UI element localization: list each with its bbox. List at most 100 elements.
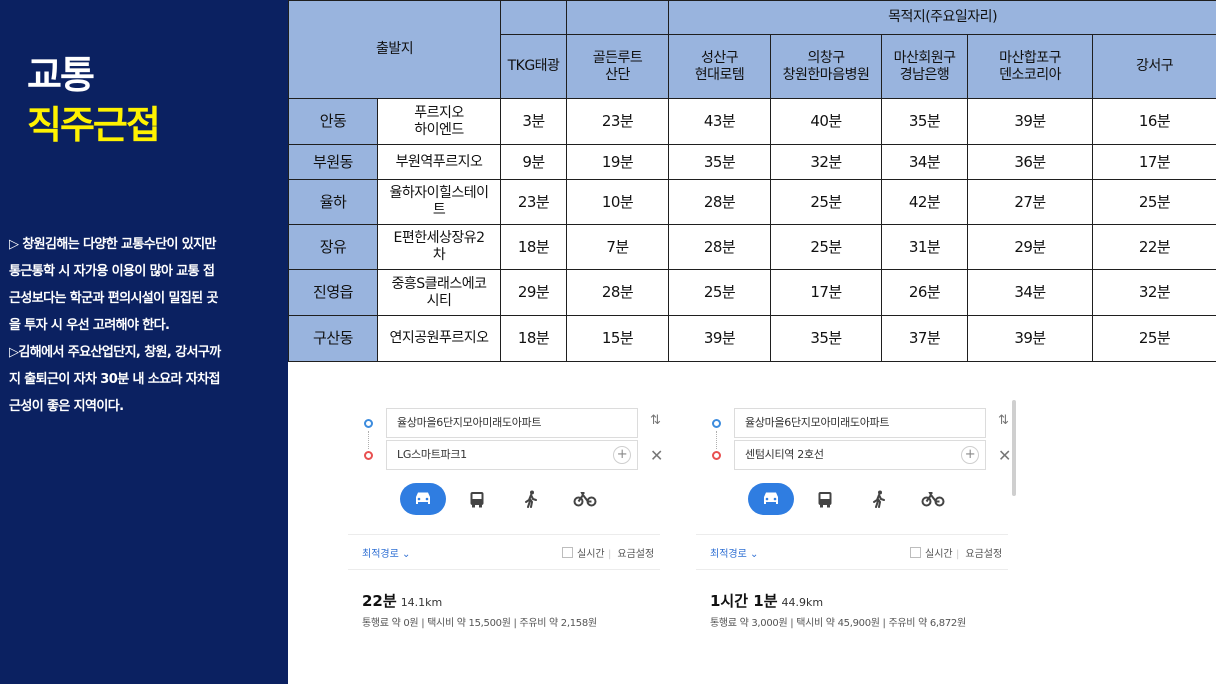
route-fees: 통행료 약 3,000원 | 택시비 약 45,900원 | 주유비 약 6,8… xyxy=(710,618,966,629)
complex-cell: 부원역푸르지오 xyxy=(376,144,502,180)
fare-setting-label: 요금설정 xyxy=(965,549,1003,560)
realtime-label: 실시간 xyxy=(577,549,605,560)
commute-time-cell: 18분 xyxy=(500,315,568,362)
origin-header: 출발지 xyxy=(287,0,502,99)
commute-time-cell: 15분 xyxy=(566,315,670,362)
commute-time-cell: 25분 xyxy=(770,179,883,225)
route-distance: 44.9km xyxy=(781,596,824,609)
description-line: 통근통학 시 자가용 이용이 많아 교통 접 xyxy=(9,264,215,279)
commute-time-cell: 34분 xyxy=(881,144,969,180)
commute-time-cell: 39분 xyxy=(668,315,772,362)
commute-time-cell: 39분 xyxy=(967,98,1094,145)
bicycle-icon[interactable] xyxy=(910,483,956,515)
commute-time-cell: 17분 xyxy=(770,269,883,316)
description-line: ▷김해에서 주요산업단지, 창원, 강서구까 xyxy=(9,345,221,360)
commute-time-cell: 36분 xyxy=(967,144,1094,180)
table-row: 안동 푸르지오 하이엔드 3분 23분 43분 40분 35분 39분 16분 xyxy=(288,98,1216,145)
close-icon[interactable]: ✕ xyxy=(650,446,663,465)
table-row: 부원동 부원역푸르지오 9분 19분 35분 32분 34분 36분 17분 xyxy=(288,144,1216,180)
commute-time-cell: 25분 xyxy=(1092,315,1216,362)
commute-time-cell: 25분 xyxy=(770,224,883,270)
bus-icon[interactable] xyxy=(802,483,848,515)
header-blank xyxy=(500,0,568,35)
table-row: 율하 율하자이힐스테이 트 23분 10분 28분 25분 42분 27분 25분 xyxy=(288,179,1216,225)
realtime-toggle[interactable]: 실시간 xyxy=(910,545,953,560)
close-icon[interactable]: ✕ xyxy=(998,446,1011,465)
complex-cell: E편한세상장유2 차 xyxy=(376,224,502,270)
commute-time-cell: 26분 xyxy=(881,269,969,316)
destination-input[interactable]: LG스마트파크1 + xyxy=(386,440,638,470)
commute-time-cell: 28분 xyxy=(566,269,670,316)
commute-time-cell: 29분 xyxy=(500,269,568,316)
route-duration: 1시간 1분 xyxy=(710,592,778,610)
realtime-toggle[interactable]: 실시간 xyxy=(562,545,605,560)
commute-time-cell: 25분 xyxy=(1092,179,1216,225)
scrollbar[interactable] xyxy=(1012,400,1016,496)
walk-icon[interactable] xyxy=(508,483,554,515)
commute-time-cell: 25분 xyxy=(668,269,772,316)
route-fees: 통행료 약 0원 | 택시비 약 15,500원 | 주유비 약 2,158원 xyxy=(362,618,597,629)
commute-time-cell: 19분 xyxy=(566,144,670,180)
route-type-dropdown[interactable]: 최적경로 ⌄ xyxy=(710,545,758,560)
commute-time-cell: 37분 xyxy=(881,315,969,362)
table-row: 진영읍 중흥S클래스에코 시티 29분 28분 25분 17분 26분 34분 32분 xyxy=(288,269,1216,316)
plus-icon[interactable]: + xyxy=(613,446,631,464)
destination-col: 골든루트 산단 xyxy=(566,34,670,99)
destination-dot-icon xyxy=(712,451,721,460)
left-panel: 교통 직주근접 ▷ 창원김해는 다양한 교통수단이 있지만 통근통학 시 자가용… xyxy=(0,0,288,684)
destination-col: 마산회원구 경남은행 xyxy=(881,34,969,99)
origin-input[interactable]: 율상마을6단지모아미래도아파트 xyxy=(386,408,638,438)
commute-time-cell: 31분 xyxy=(881,224,969,270)
realtime-checkbox[interactable] xyxy=(562,547,573,558)
commute-time-cell: 10분 xyxy=(566,179,670,225)
commute-time-cell: 34분 xyxy=(967,269,1094,316)
bus-icon[interactable] xyxy=(454,483,500,515)
commute-time-cell: 23분 xyxy=(566,98,670,145)
header-blank xyxy=(566,0,670,35)
table-body: 안동 푸르지오 하이엔드 3분 23분 43분 40분 35분 39분 16분 부원동 부원역푸르지… xyxy=(288,98,1216,362)
realtime-label: 실시간 xyxy=(925,549,953,560)
commute-time-cell: 9분 xyxy=(500,144,568,180)
commute-time-cell: 29분 xyxy=(967,224,1094,270)
area-cell: 구산동 xyxy=(288,315,378,362)
fare-setting-link[interactable]: | 요금설정 xyxy=(608,545,654,560)
destination-header: 목적지(주요일자리) xyxy=(668,0,1216,35)
route-summary: 1시간 1분 44.9km xyxy=(710,590,823,611)
realtime-checkbox[interactable] xyxy=(910,547,921,558)
commute-time-cell: 23분 xyxy=(500,179,568,225)
commute-time-table: 출발지 목적지(주요일자리) TKG태광 골든루트 산단 성산구 현대로템 의창… xyxy=(287,0,1216,362)
route-type-dropdown[interactable]: 최적경로 ⌄ xyxy=(362,545,410,560)
commute-time-cell: 42분 xyxy=(881,179,969,225)
route-connector xyxy=(716,431,717,449)
bicycle-icon[interactable] xyxy=(562,483,608,515)
destination-text: LG스마트파크1 xyxy=(397,448,467,461)
area-cell: 장유 xyxy=(288,224,378,270)
description: ▷ 창원김해는 다양한 교통수단이 있지만 통근통학 시 자가용 이용이 많아 … xyxy=(9,231,281,420)
description-line: ▷ 창원김해는 다양한 교통수단이 있지만 xyxy=(9,237,216,252)
description-line: 근성보다는 학군과 편의시설이 밀집된 곳 xyxy=(9,291,218,306)
destination-input[interactable]: 센텀시티역 2호선 + xyxy=(734,440,986,470)
description-line: 을 투자 시 우선 고려해야 한다. xyxy=(9,318,170,333)
area-cell: 안동 xyxy=(288,98,378,145)
route-distance: 14.1km xyxy=(400,596,443,609)
table-row: 장유 E편한세상장유2 차 18분 7분 28분 25분 31분 29분 22분 xyxy=(288,224,1216,270)
commute-time-cell: 39분 xyxy=(967,315,1094,362)
car-icon[interactable] xyxy=(400,483,446,515)
complex-cell: 중흥S클래스에코 시티 xyxy=(376,269,502,316)
section-subtitle: 직주근접 xyxy=(27,103,161,147)
table-row: 구산동 연지공원푸르지오 18분 15분 39분 35분 37분 39분 25분 xyxy=(288,315,1216,362)
origin-input[interactable]: 율상마을6단지모아미래도아파트 xyxy=(734,408,986,438)
complex-cell: 율하자이힐스테이 트 xyxy=(376,179,502,225)
swap-icon[interactable]: ⇅ xyxy=(998,413,1009,428)
car-icon[interactable] xyxy=(748,483,794,515)
route-card-2: 율상마을6단지모아미래도아파트 센텀시티역 2호선 + ⇅ ✕ 최적경로 ⌄ 실… xyxy=(692,395,1012,655)
commute-time-cell: 16분 xyxy=(1092,98,1216,145)
commute-time-cell: 35분 xyxy=(881,98,969,145)
walk-icon[interactable] xyxy=(856,483,902,515)
commute-time-cell: 35분 xyxy=(668,144,772,180)
fare-setting-link[interactable]: | 요금설정 xyxy=(956,545,1002,560)
route-duration: 22분 xyxy=(362,592,397,610)
swap-icon[interactable]: ⇅ xyxy=(650,413,661,428)
area-cell: 부원동 xyxy=(288,144,378,180)
plus-icon[interactable]: + xyxy=(961,446,979,464)
